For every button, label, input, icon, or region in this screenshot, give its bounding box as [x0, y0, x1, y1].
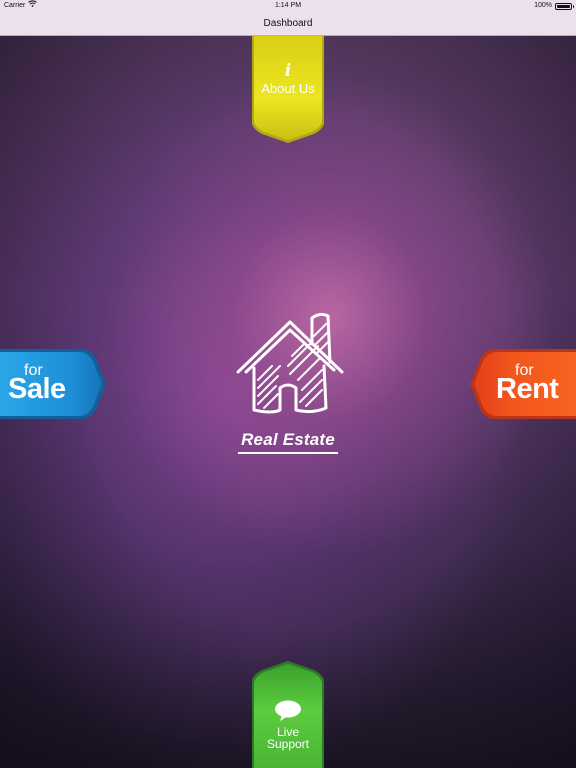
- for-rent-button[interactable]: for Rent: [470, 349, 576, 419]
- real-estate-title: Real Estate: [241, 430, 335, 449]
- about-us-button[interactable]: i About Us: [250, 36, 326, 144]
- status-time: 1:14 PM: [274, 2, 302, 9]
- battery-percent: 100%: [534, 2, 552, 9]
- for-sale-label: Sale: [8, 373, 66, 405]
- info-icon: i: [284, 61, 292, 81]
- status-bar: Carrier 1:14 PM 100%: [0, 0, 576, 12]
- status-right: 100%: [534, 0, 574, 12]
- battery-icon: [555, 2, 574, 10]
- live-support-line2: Support: [266, 737, 310, 751]
- title-underline: [238, 452, 338, 454]
- about-us-label: About Us: [261, 81, 315, 96]
- nav-bar: Dashboard: [0, 12, 576, 36]
- battery-level: [557, 4, 570, 8]
- for-sale-button[interactable]: for Sale: [0, 349, 106, 419]
- for-rent-label: Rent: [496, 373, 559, 405]
- live-support-button[interactable]: Live Support: [250, 660, 326, 768]
- house-icon: [236, 312, 344, 414]
- real-estate-logo: Real Estate: [228, 310, 348, 460]
- live-support-label: Live Support: [250, 726, 326, 750]
- page-title: Dashboard: [263, 18, 313, 29]
- app-screen: Carrier 1:14 PM 100% Dashboard i About U…: [0, 0, 576, 768]
